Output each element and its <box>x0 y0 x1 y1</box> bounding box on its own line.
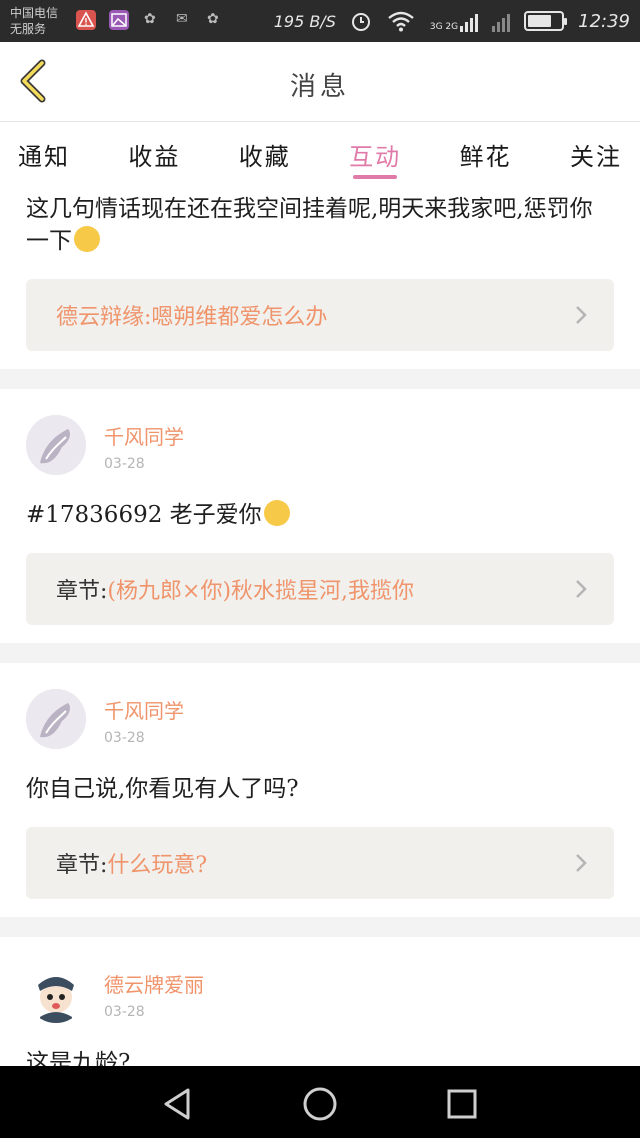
signal-icon: 3G 2G <box>429 10 479 32</box>
username[interactable]: 千风同学 <box>104 695 184 724</box>
divider <box>0 917 640 937</box>
message-text: 你自己说,你看见有人了吗? <box>26 776 299 802</box>
image-icon <box>109 10 129 30</box>
kiss-emoji-icon <box>263 500 290 526</box>
carrier-name: 中国电信 <box>10 6 59 20</box>
page-title: 消息 <box>289 72 350 102</box>
username[interactable]: 德云牌爱丽 <box>104 969 204 998</box>
chevron-right-icon <box>576 306 587 324</box>
reference-link[interactable]: 章节: (杨九郎×你)秋水揽星河,我揽你 <box>26 553 614 625</box>
tab-earnings[interactable]: 收益 <box>128 123 180 185</box>
tab-follows[interactable]: 关注 <box>570 123 622 185</box>
tab-favorites[interactable]: 收藏 <box>239 123 291 185</box>
carrier-service: 无服务 <box>10 22 47 36</box>
back-triangle-icon[interactable] <box>158 1084 198 1124</box>
tab-notifications[interactable]: 通知 <box>18 123 70 185</box>
app-header: 消息 <box>0 42 640 122</box>
wifi-icon <box>388 11 414 32</box>
status-right: 195 B/S 3G 2G 12:39 <box>274 10 630 32</box>
reference-title: 什么玩意? <box>107 853 208 878</box>
message-text: #17836692 老子爱你 <box>26 499 614 531</box>
recent-square-icon[interactable] <box>442 1084 482 1124</box>
tab-interactions[interactable]: 互动 <box>349 123 401 185</box>
reference-link[interactable]: 德云辩缘:嗯朔维都爱怎么办 <box>26 279 614 351</box>
reference-label: 章节: <box>56 579 108 604</box>
status-bar: 中国电信 无服务 ✿ ✉ ✿ 195 B/S 3G 2G 12:39 <box>0 0 640 42</box>
reference-label: 章节: <box>56 853 108 878</box>
home-circle-icon[interactable] <box>300 1084 340 1124</box>
divider <box>0 643 640 663</box>
bird-icon: ✿ <box>207 11 219 27</box>
reference-link[interactable]: 章节: 什么玩意? <box>26 827 614 899</box>
message-item: 这几句情话现在还在我空间挂着呢,明天来我家吧,惩罚你一下 德云辩缘:嗯朔维都爱怎… <box>0 185 640 369</box>
message-feed: 这几句情话现在还在我空间挂着呢,明天来我家吧,惩罚你一下 德云辩缘:嗯朔维都爱怎… <box>0 185 640 1138</box>
network-speed: 195 B/S <box>273 11 336 31</box>
post-date: 03-28 <box>104 456 145 472</box>
tab-flowers[interactable]: 鲜花 <box>460 123 512 185</box>
alarm-icon <box>351 13 370 31</box>
smile-emoji-icon <box>74 226 100 252</box>
avatar[interactable] <box>26 689 86 749</box>
no-signal-icon <box>492 10 511 32</box>
reference-title: 德云辩缘:嗯朔维都爱怎么办 <box>56 305 328 330</box>
message-text: 这几句情话现在还在我空间挂着呢,明天来我家吧,惩罚你一下 <box>26 196 593 254</box>
carrier-info: 中国电信 无服务 <box>10 5 58 37</box>
avatar[interactable] <box>26 963 86 1023</box>
reference-title: (杨九郎×你)秋水揽星河,我揽你 <box>107 579 415 604</box>
chevron-right-icon <box>576 854 587 872</box>
bird-icon: ✿ <box>144 11 156 27</box>
message-item: 千风同学 03-28 #17836692 老子爱你 章节: (杨九郎×你)秋水揽… <box>0 389 640 643</box>
mail-icon: ✉ <box>176 11 188 27</box>
network-type: 3G 2G <box>429 22 459 32</box>
chevron-right-icon <box>576 580 587 598</box>
user-row: 千风同学 03-28 <box>26 663 614 749</box>
user-row: 德云牌爱丽 03-28 <box>26 937 614 1023</box>
clock: 12:39 <box>578 10 630 32</box>
message-item: 千风同学 03-28 你自己说,你看见有人了吗? 章节: 什么玩意? <box>0 663 640 917</box>
battery-icon <box>524 11 568 31</box>
username[interactable]: 千风同学 <box>104 421 184 450</box>
user-row: 千风同学 03-28 <box>26 389 614 475</box>
divider <box>0 369 640 389</box>
tab-bar: 通知 收益 收藏 互动 鲜花 关注 <box>0 123 640 185</box>
post-date: 03-28 <box>104 730 145 746</box>
system-nav-bar <box>0 1066 640 1138</box>
warning-icon <box>76 10 96 30</box>
avatar[interactable] <box>26 415 86 475</box>
post-date: 03-28 <box>104 1004 145 1020</box>
